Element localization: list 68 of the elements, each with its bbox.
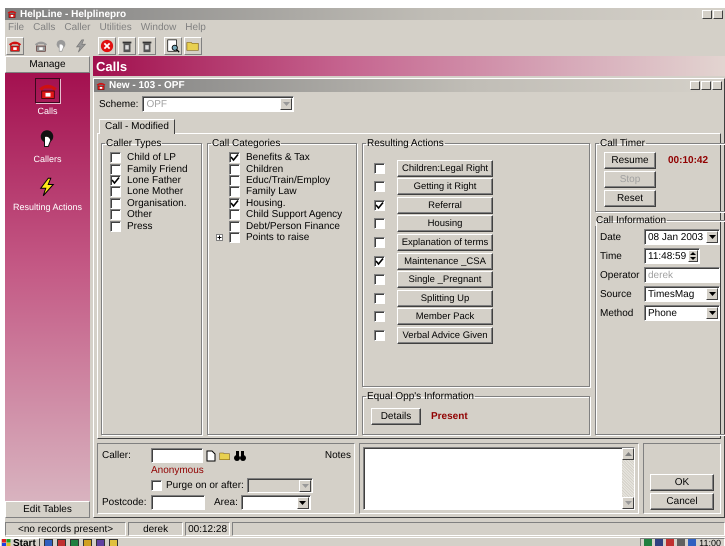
dropdown[interactable]: Phone bbox=[644, 305, 720, 321]
checkbox-label: Benefits & Tax bbox=[246, 152, 310, 164]
checkbox-label: Press bbox=[127, 220, 153, 232]
clock: 11:00 bbox=[699, 538, 721, 546]
status-text: 00:12:28 bbox=[185, 522, 230, 536]
checkbox-label: Lone Mother bbox=[127, 186, 184, 198]
action-button[interactable]: Maintenance _CSA bbox=[397, 252, 493, 270]
checkbox-label: Family Law bbox=[246, 186, 297, 198]
dropdown[interactable]: 08 Jan 2003 bbox=[644, 229, 720, 245]
status-text: <no records present> bbox=[5, 522, 126, 536]
start-button[interactable]: Start bbox=[0, 538, 40, 546]
status-text: Present bbox=[431, 411, 468, 422]
group-title: Call Categories bbox=[211, 138, 282, 149]
checkbox-label: Debt/Person Finance bbox=[246, 220, 340, 232]
elapsed-time: 00:10:42 bbox=[668, 155, 708, 166]
sidebar-header: Manage bbox=[5, 56, 90, 73]
sidebar-label[interactable]: Calls bbox=[37, 106, 58, 116]
checkbox-label: Lone Father bbox=[127, 174, 181, 186]
sidebar-label[interactable]: Callers bbox=[33, 154, 62, 164]
ok-button[interactable]: OK bbox=[650, 474, 714, 491]
action-button[interactable]: Housing bbox=[397, 215, 493, 232]
tab[interactable]: Call - Modified bbox=[99, 119, 175, 134]
field-label: Notes bbox=[324, 450, 351, 461]
field-label: Postcode: bbox=[102, 497, 148, 508]
field-label: Operator bbox=[600, 270, 640, 280]
action-button[interactable]: Splitting Up bbox=[397, 290, 493, 307]
action-button[interactable]: Explanation of terms bbox=[397, 234, 493, 251]
dropdown[interactable]: TimesMag bbox=[644, 286, 720, 302]
field-label: Source bbox=[600, 288, 633, 300]
checkbox-label: Points to raise bbox=[246, 232, 310, 243]
group-title: Equal Opp's Information bbox=[366, 391, 475, 402]
checkbox-label: Family Friend bbox=[127, 164, 188, 175]
checkbox-label: Purge on or after: bbox=[166, 480, 243, 491]
action-button[interactable]: Member Pack bbox=[397, 308, 493, 326]
sidebar-label[interactable]: Resulting Actions bbox=[12, 202, 82, 212]
checkbox-label: Housing. bbox=[246, 198, 286, 209]
checkbox-label: Organisation. bbox=[127, 198, 186, 209]
group-title: Resulting Actions bbox=[366, 138, 445, 149]
checkbox-label: Educ/Train/Employ bbox=[246, 174, 330, 186]
group-title: Call Timer bbox=[599, 138, 646, 149]
checkbox-label: Child of LP bbox=[127, 152, 176, 164]
action-button[interactable]: Referral bbox=[397, 196, 493, 214]
field-label: Method bbox=[600, 308, 634, 318]
group-title: Caller Types bbox=[105, 138, 162, 149]
section-title: Calls bbox=[93, 56, 725, 76]
action-button[interactable]: Verbal Advice Given bbox=[397, 326, 493, 344]
field-label: Area: bbox=[214, 497, 238, 508]
field-label: Time bbox=[600, 250, 623, 262]
status-text: derek bbox=[128, 522, 184, 536]
caller-status: Anonymous bbox=[151, 465, 205, 476]
checkbox-label: Child Support Agency bbox=[246, 209, 342, 220]
action-button[interactable]: Getting it Right bbox=[397, 178, 493, 196]
edit-tables-button[interactable]: Edit Tables bbox=[5, 501, 90, 518]
timer-button[interactable]: Reset bbox=[604, 190, 656, 207]
field-label: Date bbox=[600, 232, 622, 242]
checkbox-label: Children bbox=[246, 164, 284, 175]
field-label: Caller: bbox=[102, 450, 132, 461]
field-label: Scheme: bbox=[99, 98, 138, 110]
window-title: HelpLine - Helplinepro bbox=[20, 8, 126, 20]
time-spinner[interactable]: 11:48:59 bbox=[644, 248, 700, 264]
checkbox-label: Other bbox=[127, 209, 152, 220]
window-title: New - 103 - OPF bbox=[109, 80, 185, 91]
timer-button[interactable]: Resume bbox=[604, 152, 656, 169]
cancel-button[interactable]: Cancel bbox=[650, 493, 714, 510]
action-button[interactable]: Children:Legal Right bbox=[397, 160, 493, 177]
group-title: Call Information bbox=[595, 215, 668, 226]
action-button[interactable]: Single _Pregnant bbox=[397, 271, 493, 288]
details-button[interactable]: Details bbox=[371, 408, 421, 425]
